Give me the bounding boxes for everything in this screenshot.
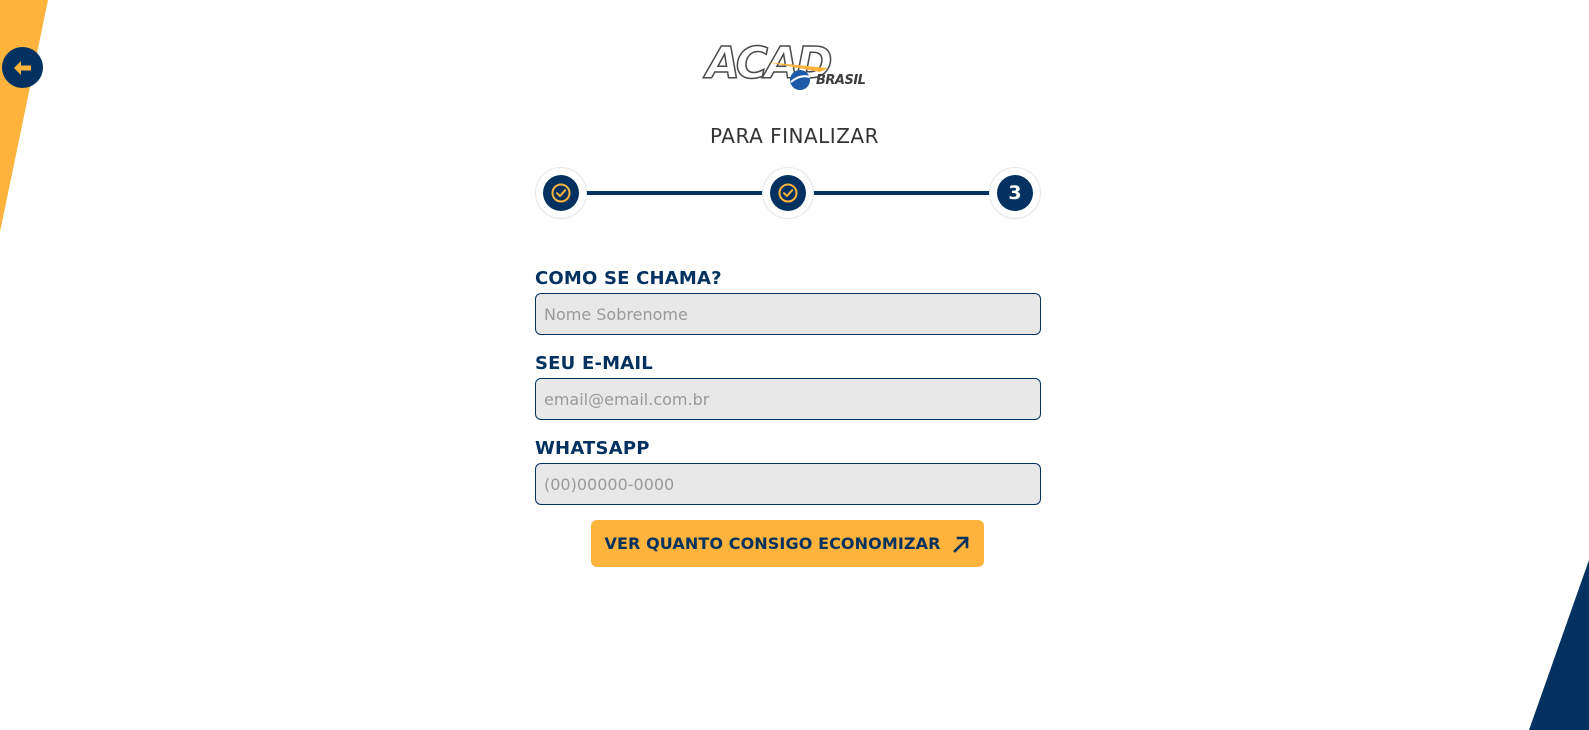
decorative-navy-stripe: [1529, 560, 1589, 730]
step-1: [535, 167, 587, 219]
back-button[interactable]: [2, 47, 43, 88]
stepper-line-2: [788, 191, 1015, 195]
progress-stepper: 3: [535, 167, 1041, 219]
arrow-left-icon: [13, 60, 31, 75]
submit-button[interactable]: VER QUANTO CONSIGO ECONOMIZAR: [591, 520, 984, 567]
step-3: 3: [989, 167, 1041, 219]
stepper-line-1: [561, 191, 788, 195]
email-input[interactable]: [535, 378, 1041, 420]
step-3-number: 3: [997, 175, 1033, 211]
whatsapp-input[interactable]: [535, 463, 1041, 505]
acad-brasil-logo: ACAD BRASIL: [705, 37, 870, 96]
whatsapp-label: WHATSAPP: [535, 438, 650, 459]
submit-button-label: VER QUANTO CONSIGO ECONOMIZAR: [604, 534, 941, 553]
name-label: COMO SE CHAMA?: [535, 268, 722, 289]
arrow-up-right-icon: [952, 536, 969, 553]
logo-sub-text: BRASIL: [816, 73, 866, 88]
step-2: [762, 167, 814, 219]
name-input[interactable]: [535, 293, 1041, 335]
page-title: PARA FINALIZAR: [710, 124, 879, 148]
check-circle-icon: [778, 183, 798, 203]
decorative-orange-stripe: [0, 0, 48, 232]
email-label: SEU E-MAIL: [535, 353, 653, 374]
check-circle-icon: [551, 183, 571, 203]
